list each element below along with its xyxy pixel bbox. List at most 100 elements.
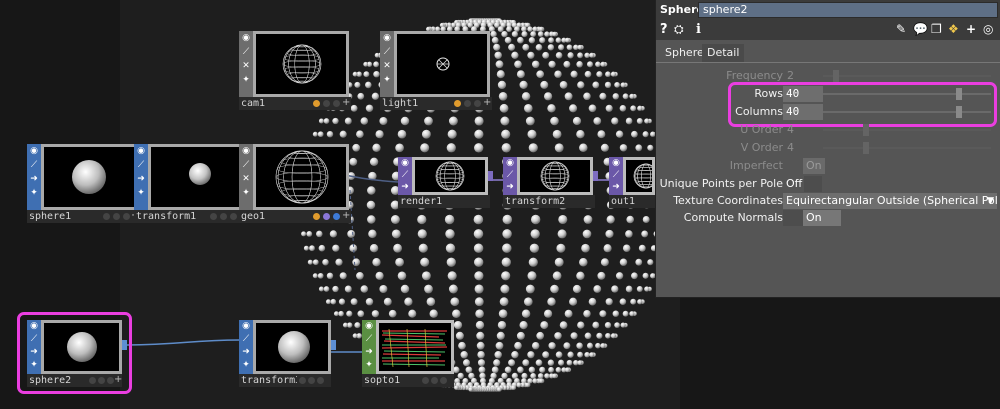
flag-icon[interactable] [431,377,438,384]
flag-icon[interactable] [113,213,120,220]
arrow-icon[interactable]: ➜ [503,181,517,193]
param-unique-points[interactable]: Unique Points per Pole Off [656,176,1000,192]
eye-icon[interactable]: ◉ [398,157,412,169]
eye-icon[interactable]: ◉ [27,144,41,158]
node-label[interactable]: geo1 [239,210,311,223]
node-transform3[interactable]: ◉ ⟋ ➜ ✦ transform3 [239,320,336,388]
wand-icon[interactable]: ⟋ [239,45,253,59]
node-label[interactable]: sopto1 [362,374,420,387]
wand-icon[interactable]: ⟋ [27,333,41,346]
pencil-icon[interactable]: ✎ [896,22,906,36]
wand-icon[interactable]: ⟋ [398,169,412,181]
wand-icon[interactable]: ⟋ [134,158,148,172]
node-viewer[interactable] [148,144,244,210]
node-cam1[interactable]: ◉ ⟋ ✕ ✦ cam1 + [239,31,351,111]
flag-icon[interactable] [333,100,340,107]
flag-icon[interactable] [333,213,340,220]
pin-icon[interactable]: ✦ [239,359,253,372]
pin-icon[interactable]: ✦ [362,359,376,372]
arrow-icon[interactable]: ➜ [609,181,623,193]
pin-icon[interactable]: ✦ [134,186,148,200]
node-viewer[interactable] [41,320,122,374]
compute-normals-toggle[interactable]: On [803,210,841,226]
arrow-icon[interactable]: ➜ [398,181,412,193]
comment-icon[interactable]: 💬 [913,22,928,36]
node-viewer[interactable] [253,31,349,97]
node-label[interactable]: cam1 [239,97,311,110]
node-viewer[interactable] [623,157,655,195]
plus-icon[interactable]: + [342,210,350,221]
close-icon[interactable]: ✕ [380,59,394,73]
slider-handle[interactable] [863,142,869,154]
output-port[interactable] [122,340,127,350]
node-transform1[interactable]: ◉⟋➜✦ transform1 + [134,144,251,224]
node-light1[interactable]: ◉ ⟋ ✕ ✦ light1 + [380,31,492,111]
node-viewer[interactable] [412,157,488,195]
node-label[interactable]: transform3 [239,374,297,387]
node-sphere2[interactable]: ◉ ⟋ ➜ ✦ sphere2 + [27,320,127,388]
flag-icon[interactable] [230,213,237,220]
node-transform2[interactable]: ◉ ⟋ ➜ transform2 [503,157,598,209]
unique-points-toggle[interactable] [804,176,822,192]
pin-icon[interactable]: ✦ [380,73,394,87]
node-sphere1[interactable]: ◉⟋➜✦ sphere1 + [27,144,144,224]
eye-icon[interactable]: ◉ [609,157,623,169]
wand-icon[interactable]: ⟋ [380,45,394,59]
parameter-panel[interactable]: Sphere sphere2 ? ⛭ i ✎ 💬 ❐ ❖ + ◎ Sphere … [655,0,1000,298]
flag-icon[interactable] [308,377,315,384]
node-label[interactable]: sphere2 [27,374,87,387]
param-slider[interactable] [823,75,991,77]
output-port[interactable] [331,340,336,350]
node-flags[interactable] [420,374,454,387]
flag-icon[interactable] [464,100,471,107]
compute-normals-track[interactable] [783,210,803,226]
node-render1[interactable]: ◉ ⟋ ➜ render1 [398,157,493,209]
wand-icon[interactable]: ⟋ [239,333,253,346]
eye-icon[interactable]: ◉ [380,31,394,45]
wand-icon[interactable]: ⟋ [609,169,623,181]
node-viewer[interactable] [41,144,137,210]
param-imperfect[interactable]: Imperfect On [656,158,1000,174]
eye-icon[interactable]: ◉ [239,144,253,158]
python-icon[interactable]: ❖ [948,22,959,36]
operator-name-field[interactable]: sphere2 [698,2,998,18]
pin-icon[interactable]: ✦ [239,186,253,200]
param-slider[interactable] [823,129,991,131]
pin-icon[interactable]: ✦ [27,186,41,200]
imperfect-toggle[interactable]: On [803,158,825,174]
wand-icon[interactable]: ⟋ [503,169,517,181]
node-flags[interactable]: + [311,97,351,110]
flag-icon[interactable] [440,377,447,384]
plus-icon[interactable]: + [483,97,491,108]
arrow-icon[interactable]: ➜ [27,346,41,359]
eye-icon[interactable]: ◉ [503,157,517,169]
node-viewer[interactable] [376,320,454,374]
node-geo1[interactable]: ◉ ⟋ ✕ ✦ geo1 + [239,144,351,224]
node-label[interactable]: light1 [380,97,452,110]
plus-icon[interactable]: + [342,97,350,108]
node-flags[interactable]: + [311,210,351,223]
flag-icon[interactable] [220,213,227,220]
node-flags[interactable] [297,374,331,387]
param-compute-normals[interactable]: Compute Normals On [656,210,1000,226]
flag-icon[interactable] [103,213,110,220]
wiki-icon[interactable]: ⛭ [674,22,684,37]
flag-icon[interactable] [89,377,96,384]
info-icon[interactable]: i [696,22,701,37]
flag-icon[interactable] [422,377,429,384]
output-port[interactable] [593,171,598,181]
node-label[interactable]: out1 [609,195,655,208]
texture-coordinates-dropdown[interactable]: Equirectangular Outside (Spherical Polar… [783,193,997,209]
eye-icon[interactable]: ◉ [362,320,376,333]
wand-icon[interactable]: ⟋ [27,158,41,172]
flag-icon[interactable] [313,100,320,107]
node-label[interactable]: transform1 [134,210,206,223]
eye-icon[interactable]: ◉ [27,320,41,333]
flag-icon[interactable] [474,100,481,107]
flag-icon[interactable] [299,377,306,384]
plus-icon[interactable]: + [114,374,122,385]
eye-icon[interactable]: ◉ [134,144,148,158]
arrow-icon[interactable]: ➜ [27,172,41,186]
tab-detail[interactable]: Detail [702,44,745,62]
output-port[interactable] [488,171,493,181]
